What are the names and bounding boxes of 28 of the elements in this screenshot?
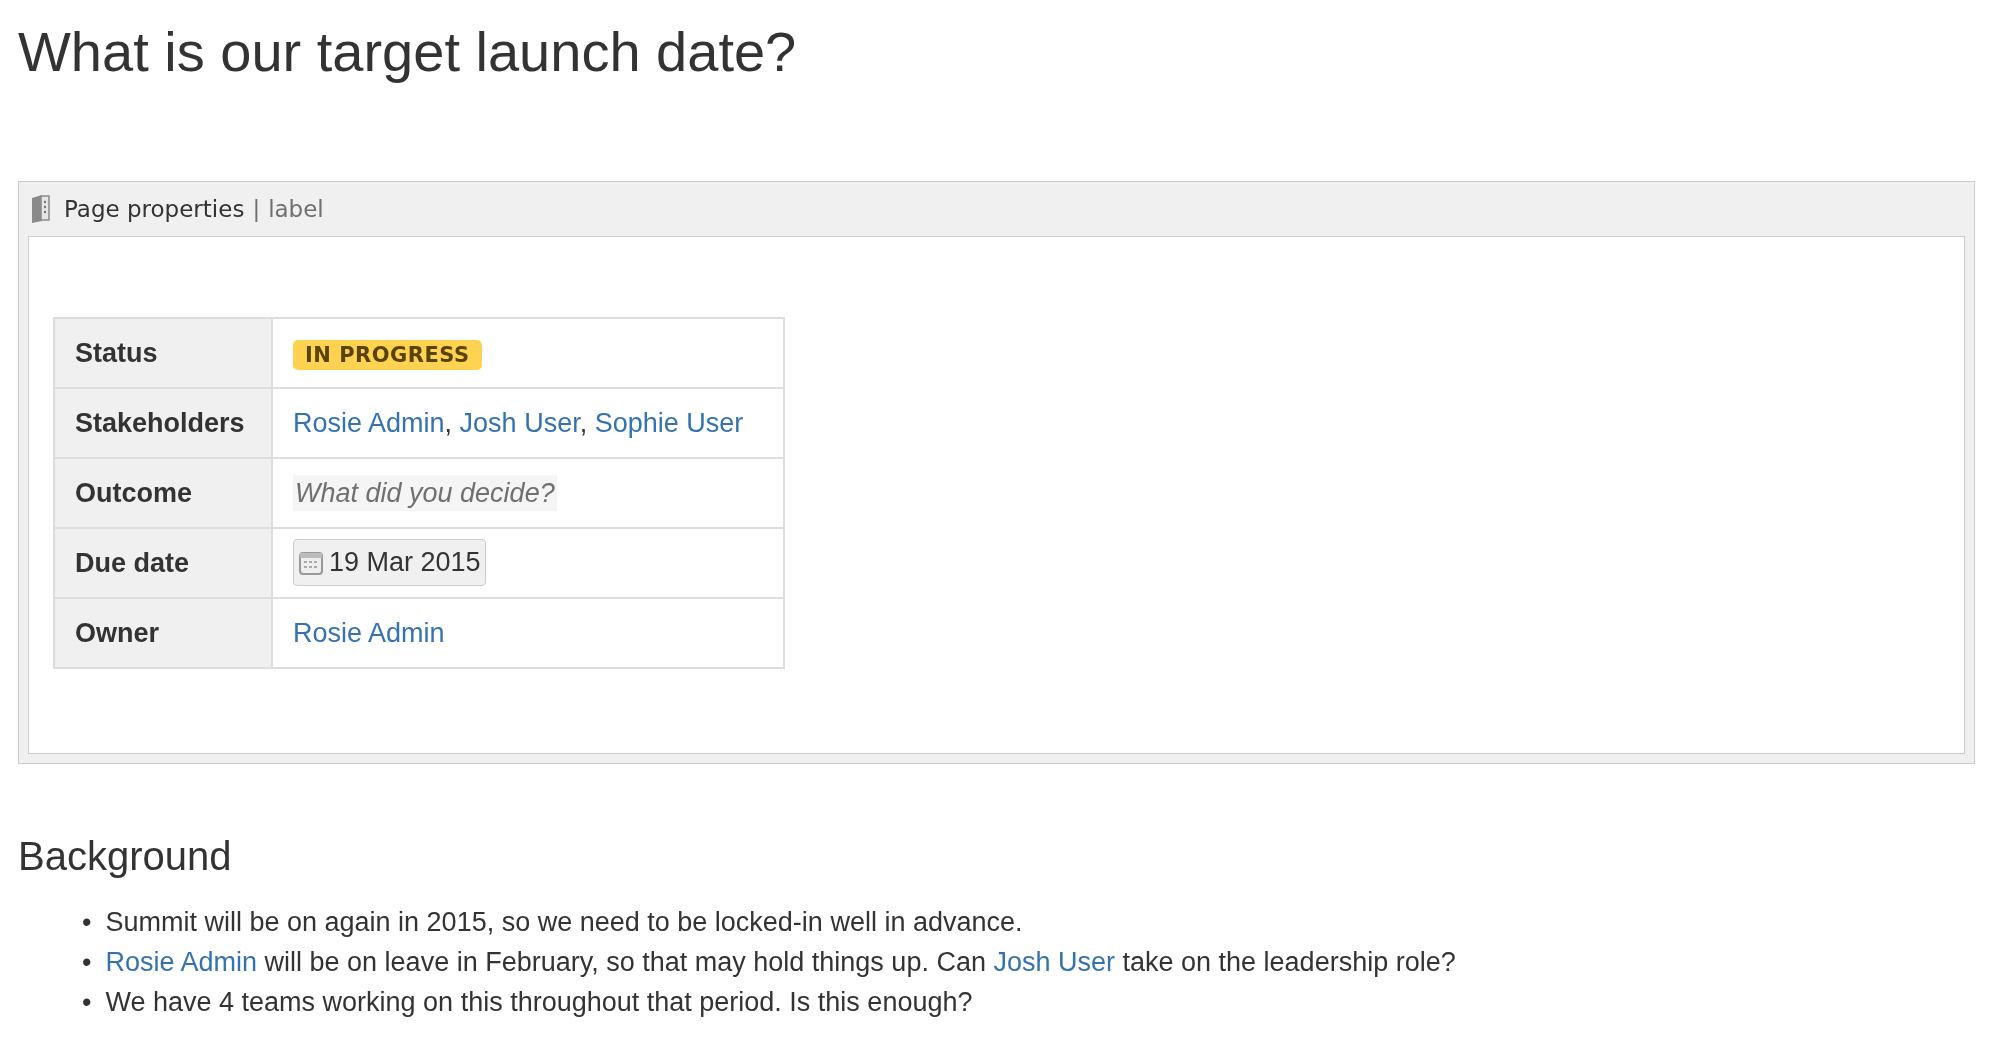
section-heading: Background: [18, 833, 233, 881]
bullet-text: Rosie Admin will be on leave in February, so that may hold things up. Can Josh User take on the leadership role?: [105, 946, 1456, 980]
bullet-text: Summit will be on again in 2015, so we need to be locked-in well in advance.: [105, 906, 1023, 940]
user-link[interactable]: Josh User: [459, 407, 580, 438]
user-link[interactable]: Rosie Admin: [293, 407, 445, 438]
row-label: Owner: [54, 598, 272, 669]
separator: |: [252, 194, 261, 224]
page-title: What is our target launch date?: [18, 19, 798, 85]
user-link[interactable]: Rosie Admin: [293, 617, 445, 648]
macro-label: label: [268, 194, 324, 224]
comma: ,: [444, 407, 454, 438]
placeholder-field[interactable]: What did you decide?: [293, 474, 557, 511]
row-label: Status: [54, 318, 272, 389]
bullet-marker: •: [82, 906, 92, 940]
bullet-text: We have 4 teams working on this throughout that period. Is this enough?: [105, 986, 973, 1020]
calendar-icon: [298, 549, 324, 576]
user-link[interactable]: Josh User: [993, 947, 1115, 978]
row-label: Due date: [54, 528, 272, 599]
user-link[interactable]: Sophie User: [594, 407, 744, 438]
row-label: Stakeholders: [54, 388, 272, 459]
bullet-marker: •: [82, 946, 92, 980]
user-link[interactable]: Rosie Admin: [105, 947, 258, 978]
bullet-marker: •: [82, 986, 92, 1020]
book-icon: [30, 194, 50, 225]
row-label: Outcome: [54, 458, 272, 529]
status-lozenge: IN PROGRESS: [293, 339, 482, 370]
date-lozenge: 19 Mar 2015: [293, 539, 486, 586]
macro-title: Page properties: [64, 194, 245, 224]
